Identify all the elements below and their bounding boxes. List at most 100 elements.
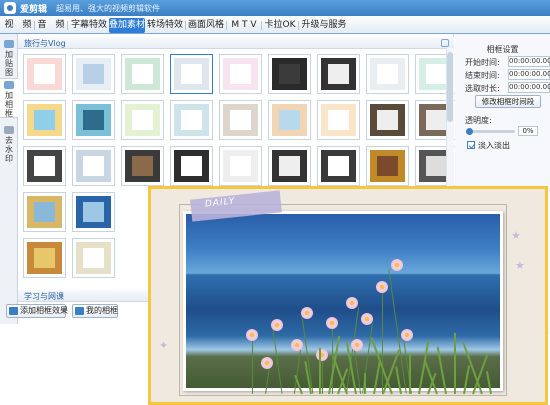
frame-window — [34, 64, 55, 84]
daisy-flower — [291, 339, 303, 351]
thumbnail-image — [174, 104, 209, 136]
daisy-flower — [316, 349, 328, 361]
frame-window — [34, 248, 55, 268]
frame-thumbnail[interactable] — [268, 100, 311, 140]
frame-window — [377, 110, 398, 130]
tab-transitions[interactable]: 转场特效 — [146, 18, 184, 33]
grass-blade — [319, 348, 321, 394]
thumbnail-image — [27, 104, 62, 136]
nav-remove-watermark[interactable]: 去水印 — [0, 124, 18, 164]
category-header[interactable]: 旅行与Vlog — [18, 37, 454, 49]
add-frame-effect-button[interactable]: 添加相框效果 — [6, 304, 68, 318]
opacity-slider[interactable] — [469, 130, 515, 133]
frame-thumbnail[interactable] — [268, 146, 311, 186]
frame-thumbnail[interactable] — [72, 100, 115, 140]
opacity-slider-handle[interactable] — [466, 128, 473, 135]
frame-thumbnail[interactable] — [23, 192, 66, 232]
frame-thumbnail[interactable] — [317, 54, 360, 94]
start-time-field[interactable]: 00:00:00.000 — [508, 56, 550, 67]
app-window: 爱剪辑 超易用、强大的视频剪辑软件 视 频 音 频 字幕特效 叠加素材 转场特效… — [0, 0, 550, 405]
button-label: 我的相框 — [86, 306, 118, 315]
fade-label: 淡入淡出 — [478, 141, 510, 150]
category-title: 学习与网课 — [24, 292, 64, 301]
frame-thumbnail[interactable] — [23, 238, 66, 278]
tab-mtv[interactable]: M T V — [228, 18, 260, 33]
fade-checkbox[interactable] — [467, 141, 475, 149]
frame-thumbnail[interactable] — [121, 54, 164, 94]
nav-add-sticker[interactable]: 加贴图 — [0, 38, 18, 77]
frame-window — [181, 110, 202, 130]
end-time-field[interactable]: 00:00:00.000 — [508, 69, 550, 80]
thumbnail-image — [321, 104, 356, 136]
frame-window — [83, 156, 104, 176]
frame-window — [230, 110, 251, 130]
tab-audio[interactable]: 音 频 — [37, 18, 65, 33]
thumbnail-image — [27, 242, 62, 274]
frame-window — [230, 64, 251, 84]
tab-subtitle-effects[interactable]: 字幕特效 — [70, 18, 108, 33]
star-decoration-icon: ★ — [515, 259, 525, 272]
flower-stem — [252, 339, 253, 394]
frame-thumbnail[interactable] — [72, 238, 115, 278]
tab-overlay-materials[interactable]: 叠加素材 — [109, 18, 145, 33]
frame-thumbnail[interactable] — [366, 100, 409, 140]
frame-window — [279, 64, 300, 84]
gallery-actions: 添加相框效果 我的相框 — [0, 304, 150, 322]
frame-thumbnail[interactable] — [317, 100, 360, 140]
frame-thumbnail[interactable] — [219, 146, 262, 186]
my-frames-button[interactable]: 我的相框 — [72, 304, 118, 318]
frame-window — [34, 202, 55, 222]
thumbnail-image — [76, 58, 111, 90]
tab-picture-style[interactable]: 画面风格 — [187, 18, 225, 33]
daisy-flower — [261, 357, 273, 369]
tab-upgrade-service[interactable]: 升级与服务 — [300, 18, 348, 33]
duration-field[interactable]: 00:00:00.000 — [508, 82, 550, 93]
collapse-icon[interactable] — [441, 39, 449, 47]
frame-thumbnail[interactable] — [72, 54, 115, 94]
thumbnail-image — [125, 104, 160, 136]
daisy-flower — [301, 307, 313, 319]
frame-thumbnail[interactable] — [366, 146, 409, 186]
frame-thumbnail[interactable] — [72, 192, 115, 232]
frame-thumbnail[interactable] — [317, 146, 360, 186]
frame-window — [377, 64, 398, 84]
modify-frame-time-button[interactable]: 修改相框时间段 — [475, 95, 541, 108]
frame-thumbnail[interactable] — [121, 146, 164, 186]
frame-thumbnail[interactable] — [23, 146, 66, 186]
frame-thumbnail[interactable] — [170, 146, 213, 186]
frame-thumbnail[interactable] — [170, 100, 213, 140]
frame-thumbnail[interactable] — [268, 54, 311, 94]
frame-window — [328, 64, 349, 84]
thumbnail-image — [370, 58, 405, 90]
nav-label: 去水印 — [5, 136, 13, 163]
frame-thumbnail[interactable] — [366, 54, 409, 94]
thumbnail-image — [27, 58, 62, 90]
tab-karaoke[interactable]: 卡拉OK — [263, 18, 297, 33]
frame-thumbnail[interactable] — [72, 146, 115, 186]
frame-window — [132, 156, 153, 176]
frame-window — [426, 110, 447, 130]
frame-window — [132, 64, 153, 84]
daisy-flower — [351, 339, 363, 351]
menu-bar: 视 频 音 频 字幕特效 叠加素材 转场特效 画面风格 M T V 卡拉OK 升… — [0, 16, 550, 34]
frame-thumbnail[interactable] — [219, 100, 262, 140]
button-label: 添加相框效果 — [20, 306, 68, 315]
nav-add-frame[interactable]: 加相框 — [0, 78, 18, 118]
frame-thumbnail[interactable] — [23, 54, 66, 94]
opacity-value[interactable]: 0% — [518, 126, 538, 136]
daisy-flower — [346, 297, 358, 309]
frame-thumbnail[interactable] — [219, 54, 262, 94]
frame-thumbnail[interactable] — [170, 54, 213, 94]
frame-thumbnail[interactable] — [23, 100, 66, 140]
frame-thumbnail[interactable] — [121, 100, 164, 140]
daisy-flower — [246, 329, 258, 341]
daisy-flower — [271, 319, 283, 331]
panel-title: 相框设置 — [486, 45, 519, 54]
tab-video[interactable]: 视 频 — [4, 18, 32, 33]
frame-window — [181, 156, 202, 176]
thumbnail-image — [27, 150, 62, 182]
grass-blade — [409, 353, 411, 394]
scrollbar-thumb[interactable] — [447, 52, 453, 122]
frame-window — [279, 110, 300, 130]
frame-window — [426, 64, 447, 84]
